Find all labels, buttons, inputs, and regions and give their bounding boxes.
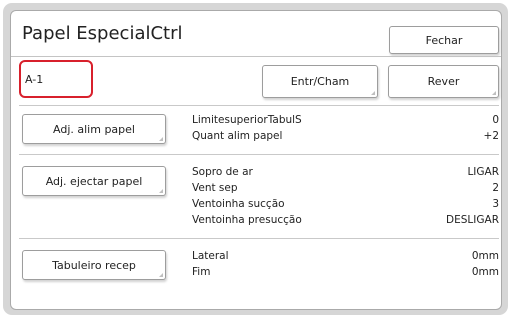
section-separator [19, 105, 499, 106]
header-divider [11, 56, 501, 57]
setting-value: 0 [492, 114, 499, 126]
settings-row: Ventoinha presucção DESLIGAR [192, 214, 499, 228]
paper-feed-adjust-button[interactable]: Adj. alim papel [22, 114, 166, 144]
section-separator [19, 238, 499, 239]
section-separator [19, 154, 499, 155]
settings-row: LimitesuperiorTabulS 0 [192, 114, 499, 128]
settings-row: Fim 0mm [192, 266, 499, 280]
review-button[interactable]: Rever [388, 65, 499, 98]
setting-label: Ventoinha sucção [192, 198, 285, 210]
setting-value: 2 [492, 182, 499, 194]
enter-call-button[interactable]: Entr/Cham [262, 65, 378, 98]
paper-eject-adjust-button[interactable]: Adj. ejectar papel [22, 166, 166, 196]
setting-value: LIGAR [467, 166, 499, 178]
setting-label: Vent sep [192, 182, 238, 194]
settings-row: Sopro de ar LIGAR [192, 166, 499, 180]
receiving-tray-button[interactable]: Tabuleiro recep [22, 250, 166, 280]
settings-row: Vent sep 2 [192, 182, 499, 196]
setting-value: 0mm [471, 250, 499, 262]
setting-label: Ventoinha presucção [192, 214, 302, 226]
setting-label: Fim [192, 266, 211, 278]
settings-row: Quant alim papel +2 [192, 130, 499, 144]
settings-row: Ventoinha sucção 3 [192, 198, 499, 212]
setting-label: Quant alim papel [192, 130, 283, 142]
setting-label: Sopro de ar [192, 166, 253, 178]
setting-label: Lateral [192, 250, 229, 262]
settings-row: Lateral 0mm [192, 250, 499, 264]
dialog-title: Papel EspecialCtrl [22, 23, 183, 44]
setting-value: DESLIGAR [446, 214, 499, 226]
setting-value: 3 [492, 198, 499, 210]
selected-entry-field[interactable]: A-1 [19, 60, 93, 98]
close-button[interactable]: Fechar [389, 26, 499, 54]
setting-label: LimitesuperiorTabulS [192, 114, 302, 126]
setting-value: 0mm [471, 266, 499, 278]
setting-value: +2 [483, 130, 499, 142]
